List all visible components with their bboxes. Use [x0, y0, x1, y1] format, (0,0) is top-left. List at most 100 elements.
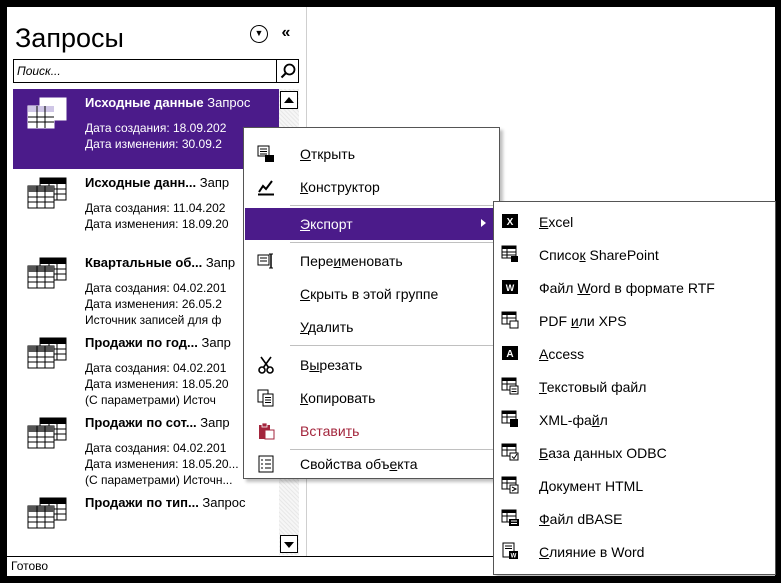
excel-icon: X: [502, 214, 518, 228]
search-input[interactable]: [14, 60, 278, 82]
object-list: Исходные данные Запрос Дата создания: 18.…: [13, 89, 279, 555]
query-icon: [27, 337, 67, 369]
dbase-icon: [501, 509, 519, 526]
export-item-label: База данных ODBC: [539, 445, 667, 461]
rename-icon: [257, 253, 273, 269]
export-item-dbase[interactable]: Файл dBASE: [495, 502, 774, 535]
export-submenu: X Excel Список SharePoint W Файл Word в ф…: [493, 201, 776, 575]
menu-item-cut[interactable]: Вырезать: [245, 349, 498, 381]
svg-text:A: A: [506, 349, 513, 360]
search-icon: [280, 63, 296, 79]
svg-text:W: W: [511, 554, 517, 560]
export-item-access[interactable]: A Access: [495, 337, 774, 370]
word-merge-icon: W: [502, 542, 518, 560]
object-detail: Дата создания: 04.02.201: [85, 281, 227, 295]
odbc-icon: [501, 443, 519, 461]
export-item-label: Текстовый файл: [539, 379, 647, 395]
html-document-icon: [501, 476, 519, 494]
menu-label-export: Экспорт: [300, 216, 353, 232]
object-detail: (С параметрами) Источн...: [85, 473, 233, 487]
menu-label-object-properties: Свойства объекта: [300, 456, 418, 472]
object-detail: Дата создания: 04.02.201: [85, 441, 227, 455]
nav-object-item[interactable]: Квартальные об... Запр Дата создания: 04.…: [13, 249, 279, 329]
export-item-label: Слияние в Word: [539, 544, 645, 560]
export-item-xml-file[interactable]: XML-файл: [495, 403, 774, 436]
menu-label-cut: Вырезать: [300, 357, 363, 373]
object-detail: Дата изменения: 18.09.20: [85, 217, 229, 231]
export-item-label: PDF или XPS: [539, 313, 627, 329]
export-item-pdf-xps[interactable]: PDF или XPS: [495, 304, 774, 337]
export-item-word[interactable]: W Файл Word в формате RTF: [495, 271, 774, 304]
menu-label-design-view: Конструктор: [300, 179, 380, 195]
menu-label-open: Открыть: [300, 146, 355, 162]
nav-object-item[interactable]: Продажи по год... Запр Дата создания: 04.…: [13, 329, 279, 409]
query-icon: [27, 257, 67, 289]
export-item-html-document[interactable]: Документ HTML: [495, 469, 774, 502]
export-item-label: Список SharePoint: [539, 247, 659, 263]
nav-pane-menu-button[interactable]: ▼: [250, 25, 268, 43]
scissors-icon: [258, 356, 274, 374]
export-item-word-merge[interactable]: W Слияние в Word: [495, 535, 774, 568]
shutter-bar-collapse-button[interactable]: «: [276, 23, 296, 43]
object-detail: Источник записей для ф: [85, 313, 222, 327]
object-name: Исходные данн... Запр: [85, 175, 230, 190]
menu-label-rename: Переименовать: [300, 253, 403, 269]
menu-item-object-properties[interactable]: Свойства объекта: [245, 452, 498, 478]
chevron-down-icon: ▼: [254, 28, 264, 38]
object-detail: Дата изменения: 18.05.20...: [85, 457, 239, 471]
object-name: Квартальные об... Запр: [85, 255, 236, 270]
xml-file-icon: [501, 410, 518, 427]
export-item-label: Access: [539, 346, 585, 362]
svg-text:W: W: [506, 283, 515, 293]
scroll-up-button[interactable]: [280, 91, 298, 109]
copy-icon: [257, 389, 274, 407]
open-icon: [257, 145, 274, 162]
object-detail: (С параметрами) Источ: [85, 393, 216, 407]
double-chevron-left-icon: «: [281, 24, 291, 41]
menu-item-open[interactable]: Открыть: [245, 138, 498, 170]
access-icon: A: [502, 346, 518, 360]
nav-object-item[interactable]: Продажи по тип... Запрос: [13, 489, 279, 555]
search-box: [13, 59, 299, 83]
menu-label-paste: Вставить: [300, 423, 360, 439]
menu-item-design-view[interactable]: Конструктор: [245, 171, 498, 203]
menu-item-copy[interactable]: Копировать: [245, 382, 498, 414]
object-name: Исходные данные Запрос: [85, 95, 251, 110]
menu-label-copy: Копировать: [300, 390, 376, 406]
menu-item-paste[interactable]: Вставить: [245, 415, 498, 447]
export-item-label: XML-файл: [539, 412, 608, 428]
export-item-label: Файл Word в формате RTF: [539, 280, 715, 296]
menu-separator: [290, 205, 498, 206]
word-icon: W: [502, 280, 518, 294]
svg-text:X: X: [507, 217, 514, 228]
export-item-sharepoint-list[interactable]: Список SharePoint: [495, 238, 774, 271]
menu-item-export[interactable]: Экспорт: [245, 208, 498, 240]
object-name: Продажи по тип... Запрос: [85, 495, 246, 510]
query-icon: [27, 97, 67, 129]
export-item-label: Файл dBASE: [539, 511, 623, 527]
menu-separator: [290, 242, 498, 243]
nav-object-item[interactable]: Исходные данн... Запр Дата создания: 11.0…: [13, 169, 279, 249]
export-item-excel[interactable]: X Excel: [495, 205, 774, 238]
properties-icon: [258, 455, 274, 473]
export-item-text-file[interactable]: Текстовый файл: [495, 370, 774, 403]
submenu-arrow-icon: [481, 219, 486, 227]
object-name: Продажи по год... Запр: [85, 335, 231, 350]
export-item-label: Excel: [539, 214, 574, 230]
arrow-up-icon: [284, 97, 294, 103]
nav-object-item[interactable]: Продажи по сот... Запр Дата создания: 04.…: [13, 409, 279, 489]
nav-object-item[interactable]: Исходные данные Запрос Дата создания: 18.…: [13, 89, 279, 169]
export-item-odbc[interactable]: База данных ODBC: [495, 436, 774, 469]
menu-item-hide-in-group[interactable]: Скрыть в этой группе: [245, 278, 498, 310]
arrow-down-icon: [284, 542, 294, 548]
object-detail: Дата изменения: 30.09.2: [85, 137, 222, 151]
nav-pane-title[interactable]: Запросы: [15, 22, 124, 54]
menu-item-delete[interactable]: Удалить: [245, 311, 498, 343]
object-detail: Дата изменения: 26.05.2: [85, 297, 222, 311]
menu-item-rename[interactable]: Переименовать: [245, 245, 498, 277]
query-icon: [27, 417, 67, 449]
scroll-down-button[interactable]: [280, 535, 298, 553]
menu-label-hide-in-group: Скрыть в этой группе: [300, 286, 439, 302]
search-button[interactable]: [276, 60, 298, 82]
object-name: Продажи по сот... Запр: [85, 415, 230, 430]
